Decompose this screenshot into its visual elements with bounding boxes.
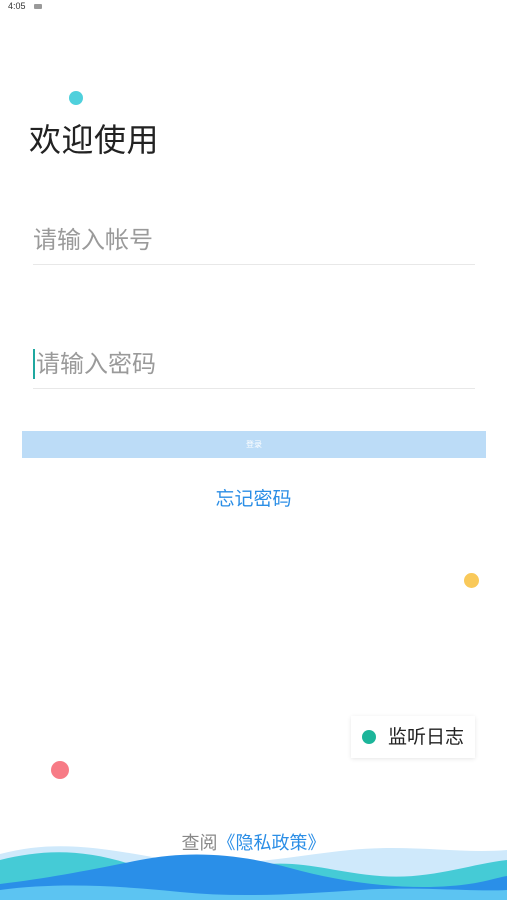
privacy-line: 查阅《隐私政策》 bbox=[0, 831, 507, 857]
forgot-password-link[interactable]: 忘记密码 bbox=[0, 485, 507, 513]
monitor-log-button[interactable]: 监听日志 bbox=[351, 716, 475, 758]
decorative-yellow-dot bbox=[464, 573, 479, 588]
privacy-policy-link[interactable]: 《隐私政策》 bbox=[218, 833, 326, 854]
account-field bbox=[33, 216, 475, 265]
monitor-log-label: 监听日志 bbox=[388, 726, 465, 748]
status-time: 4:05 bbox=[8, 1, 26, 11]
welcome-title: 欢迎使用 bbox=[29, 121, 160, 159]
notification-icon bbox=[34, 4, 42, 9]
login-button[interactable]: 登录 bbox=[22, 431, 486, 458]
text-cursor bbox=[33, 349, 35, 379]
password-input[interactable] bbox=[33, 340, 478, 388]
decorative-red-dot bbox=[51, 761, 69, 779]
password-field bbox=[33, 340, 478, 389]
status-bar: 4:05 bbox=[0, 0, 507, 16]
account-input[interactable] bbox=[33, 216, 475, 264]
status-dot-icon bbox=[362, 730, 376, 744]
decorative-teal-dot bbox=[69, 91, 83, 105]
privacy-prefix: 查阅 bbox=[181, 833, 218, 854]
